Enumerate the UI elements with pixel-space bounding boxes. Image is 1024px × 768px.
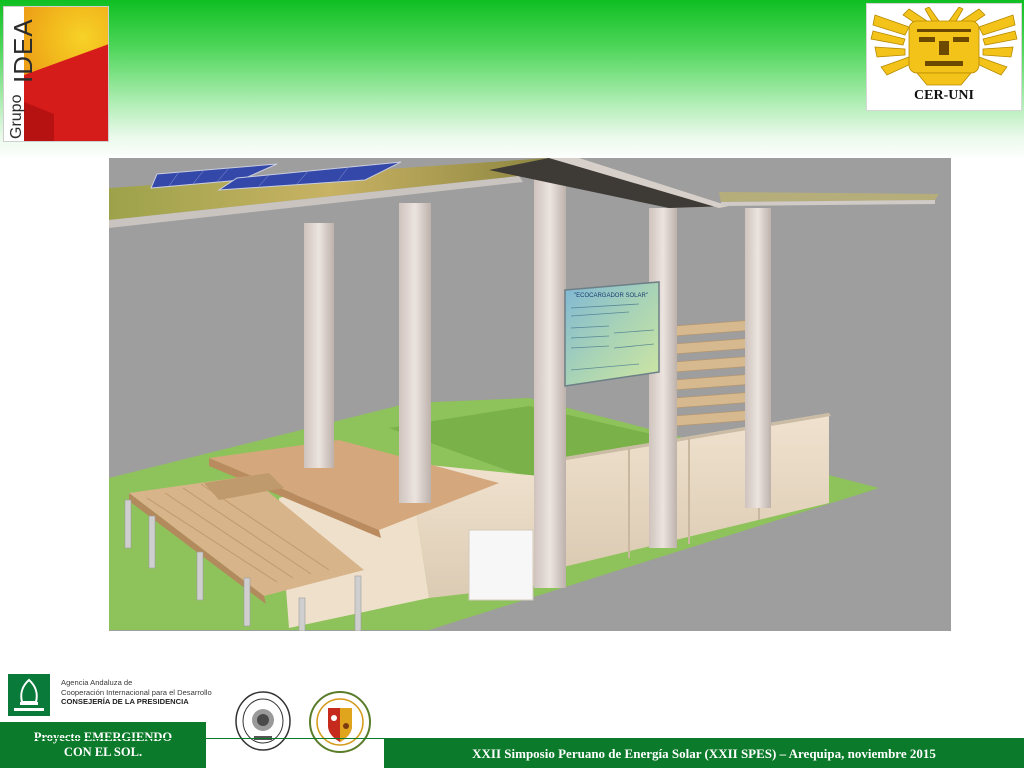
university-crest-icon: [309, 691, 371, 753]
solar-kiosk-render: "ECOCARGADOR SOLAR": [109, 158, 951, 631]
cer-uni-logo: CER-UNI: [866, 3, 1022, 111]
grupo-idea-logo: Grupo IDEA: [3, 6, 109, 142]
agency-line-1: Agencia Andaluza de: [61, 678, 133, 687]
university-seal-icon: [235, 691, 291, 751]
sun-mask-icon: [870, 7, 1018, 86]
project-label-box: Proyecto EMERGIENDO CON EL SOL.: [0, 722, 206, 768]
agency-text-block: Agencia Andaluza de Cooperación Internac…: [61, 678, 261, 707]
logo-text-idea: IDEA: [8, 18, 38, 83]
project-line-2: CON EL SOL.: [63, 745, 143, 759]
symposium-footer-bar: XXII Simposio Peruano de Energía Solar (…: [384, 739, 1024, 768]
logo-text-grupo: Grupo: [8, 94, 25, 139]
cer-uni-label: CER-UNI: [914, 88, 974, 103]
solar-kiosk-illustration: "ECOCARGADOR SOLAR": [109, 158, 951, 631]
agency-line-3: CONSEJERÍA DE LA PRESIDENCIA: [61, 697, 189, 707]
junta-andalucia-logo: [8, 674, 50, 716]
sign-title: "ECOCARGADOR SOLAR": [574, 293, 648, 299]
presentation-slide: Grupo IDEA CER-UNI "ECOCARGADOR SOLAR" A…: [0, 0, 1024, 768]
agency-line-2: Cooperación Internacional para el Desarr…: [61, 687, 212, 697]
